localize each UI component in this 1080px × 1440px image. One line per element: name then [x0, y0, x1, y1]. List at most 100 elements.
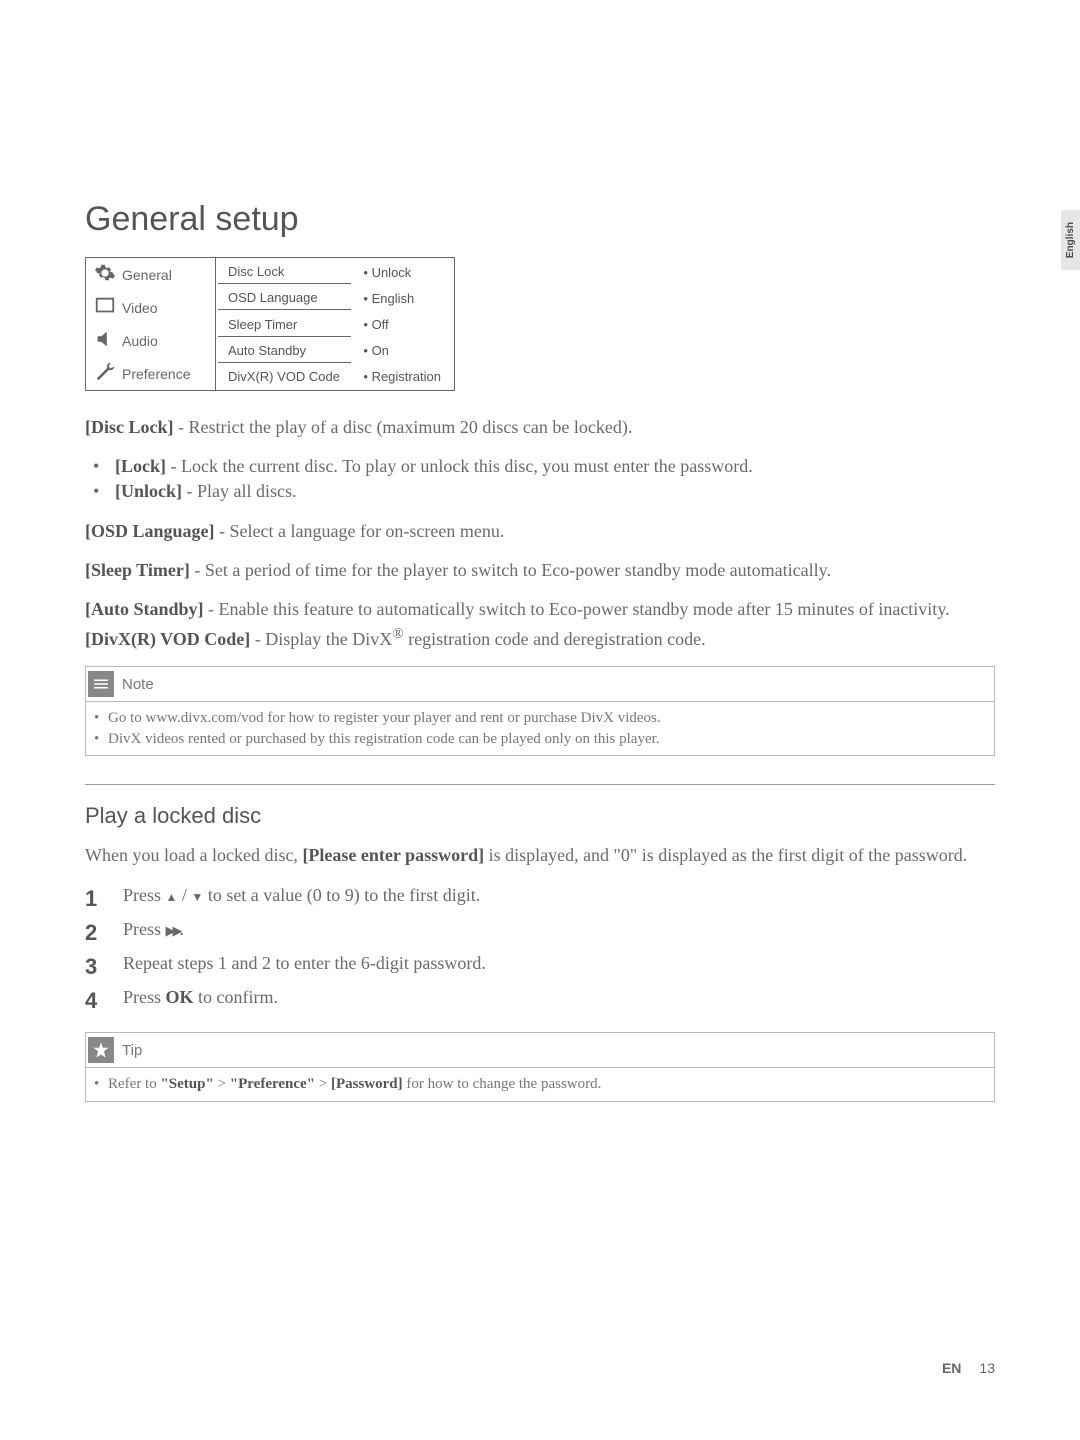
note-title: Note: [122, 676, 154, 693]
auto-standby-text: [Auto Standby] - Enable this feature to …: [85, 597, 995, 622]
sidebar-item-label: General: [122, 267, 172, 283]
disc-lock-lead: [Disc Lock]: [85, 417, 174, 437]
table-row: DivX(R) VOD CodeRegistration: [218, 365, 452, 388]
disc-lock-desc: - Restrict the play of a disc (maximum 2…: [174, 417, 633, 437]
tip-gt1: >: [214, 1076, 230, 1092]
unlock-lead: [Unlock]: [115, 481, 182, 501]
lock-desc: - Lock the current disc. To play or unlo…: [166, 456, 753, 476]
tip-q3: [Password]: [331, 1076, 403, 1092]
tip-icon: [88, 1037, 114, 1063]
sidebar-item-audio: Audio: [86, 324, 215, 357]
gear-icon: [94, 262, 116, 287]
screen-icon: [94, 295, 116, 320]
setting-value: English: [353, 286, 452, 310]
setting-value: Off: [353, 312, 452, 336]
osd-lang-desc: - Select a language for on-screen menu.: [215, 521, 505, 541]
step-1: 1Press / to set a value (0 to 9) to the …: [85, 882, 995, 916]
table-row: Auto StandbyOn: [218, 339, 452, 363]
table-row: OSD LanguageEnglish: [218, 286, 452, 310]
s2-post: .: [180, 919, 185, 939]
setup-menu-figure: General Video Audio Preference: [85, 257, 995, 391]
tip-title: Tip: [122, 1042, 142, 1059]
note-box: Note Go to www.divx.com/vod for how to r…: [85, 666, 995, 756]
arrow-up-icon: [166, 885, 178, 905]
setting-value: On: [353, 339, 452, 363]
intro-pre: When you load a locked disc,: [85, 845, 302, 865]
tip-post: for how to change the password.: [403, 1076, 602, 1092]
tip-header: Tip: [86, 1033, 994, 1068]
osd-lang-text: [OSD Language] - Select a language for o…: [85, 519, 995, 544]
footer-lang: EN: [942, 1360, 961, 1376]
osd-lang-lead: [OSD Language]: [85, 521, 215, 541]
sidebar-item-label: Preference: [122, 366, 190, 382]
setup-sidebar: General Video Audio Preference: [85, 257, 215, 391]
page-title: General setup: [85, 200, 995, 239]
auto-standby-lead: [Auto Standby]: [85, 599, 204, 619]
s2-pre: Press: [123, 919, 166, 939]
setting-name: Disc Lock: [218, 260, 351, 284]
list-item: [Lock] - Lock the current disc. To play …: [89, 454, 995, 479]
s4-post: to confirm.: [194, 987, 278, 1007]
steps-list: 1Press / to set a value (0 to 9) to the …: [85, 882, 995, 1018]
divx-text: [DivX(R) VOD Code] - Display the DivX® r…: [85, 624, 995, 652]
sidebar-item-preference: Preference: [86, 357, 215, 390]
list-item: Refer to "Setup" > "Preference" > [Passw…: [94, 1074, 986, 1094]
step-4: 4Press OK to confirm.: [85, 984, 995, 1018]
note-icon: [88, 671, 114, 697]
lock-lead: [Lock]: [115, 456, 166, 476]
disc-lock-options: [Lock] - Lock the current disc. To play …: [89, 454, 995, 504]
list-item: DivX videos rented or purchased by this …: [94, 729, 986, 749]
tip-body: Refer to "Setup" > "Preference" > [Passw…: [86, 1068, 994, 1100]
divx-lead: [DivX(R) VOD Code]: [85, 629, 250, 649]
setting-name: Sleep Timer: [218, 312, 351, 336]
arrow-down-icon: [191, 885, 203, 905]
divx-reg: ®: [392, 626, 403, 642]
auto-standby-desc: - Enable this feature to automatically s…: [204, 599, 950, 619]
note-header: Note: [86, 667, 994, 702]
sidebar-item-video: Video: [86, 291, 215, 324]
disc-lock-text: [Disc Lock] - Restrict the play of a dis…: [85, 415, 995, 440]
s4-pre: Press: [123, 987, 166, 1007]
sleep-timer-desc: - Set a period of time for the player to…: [190, 560, 831, 580]
divx-desc-pre: - Display the DivX: [250, 629, 392, 649]
setting-value: Unlock: [353, 260, 452, 284]
intro-bold: [Please enter password]: [302, 845, 484, 865]
s1-post: to set a value (0 to 9) to the first dig…: [203, 885, 480, 905]
page-footer: EN 13: [942, 1360, 995, 1376]
step-2: 2Press .: [85, 916, 995, 950]
play-locked-heading: Play a locked disc: [85, 803, 995, 829]
s3-text: Repeat steps 1 and 2 to enter the 6-digi…: [123, 950, 486, 984]
tip-pre: Refer to: [108, 1076, 160, 1092]
list-item: [Unlock] - Play all discs.: [89, 479, 995, 504]
table-row: Disc LockUnlock: [218, 260, 452, 284]
step-3: 3Repeat steps 1 and 2 to enter the 6-dig…: [85, 950, 995, 984]
setting-name: Auto Standby: [218, 339, 351, 363]
wrench-icon: [94, 361, 116, 386]
intro-post: is displayed, and "0" is displayed as th…: [484, 845, 967, 865]
play-locked-intro: When you load a locked disc, [Please ent…: [85, 843, 995, 868]
divider: [85, 784, 995, 785]
language-tab: English: [1061, 210, 1080, 270]
list-item: Go to www.divx.com/vod for how to regist…: [94, 708, 986, 728]
sidebar-item-label: Video: [122, 300, 158, 316]
sleep-timer-lead: [Sleep Timer]: [85, 560, 190, 580]
s1-pre: Press: [123, 885, 166, 905]
setting-name: OSD Language: [218, 286, 351, 310]
divx-desc-post: registration code and deregistration cod…: [404, 629, 706, 649]
note-body: Go to www.divx.com/vod for how to regist…: [86, 702, 994, 755]
table-row: Sleep TimerOff: [218, 312, 452, 336]
sleep-timer-text: [Sleep Timer] - Set a period of time for…: [85, 558, 995, 583]
unlock-desc: - Play all discs.: [182, 481, 297, 501]
setting-value: Registration: [353, 365, 452, 388]
s4-ok: OK: [166, 987, 194, 1007]
speaker-icon: [94, 328, 116, 353]
tip-q1: "Setup": [160, 1076, 213, 1092]
settings-table: Disc LockUnlock OSD LanguageEnglish Slee…: [215, 257, 455, 391]
footer-page-number: 13: [979, 1360, 995, 1376]
setting-name: DivX(R) VOD Code: [218, 365, 351, 388]
tip-q2: "Preference": [230, 1076, 315, 1092]
sidebar-item-general: General: [86, 258, 215, 291]
sidebar-item-label: Audio: [122, 333, 158, 349]
tip-gt2: >: [315, 1076, 331, 1092]
fast-forward-icon: [166, 919, 180, 939]
